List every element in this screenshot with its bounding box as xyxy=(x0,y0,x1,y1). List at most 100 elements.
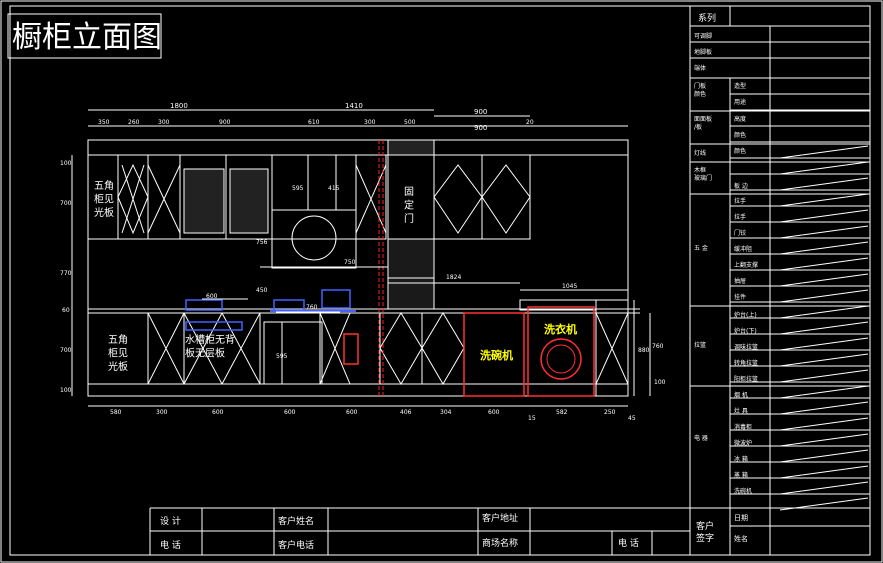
side-elec-item-1: 灶 具 xyxy=(734,407,748,415)
side-bar-item-1: 炉台(下) xyxy=(734,327,757,335)
dim-top1-2: 900 xyxy=(474,108,487,116)
dim-bottom-11: 45 xyxy=(628,415,636,422)
drawing-title: 橱柜立面图 xyxy=(12,20,162,55)
side-hw-item-4: 上翻支撑 xyxy=(734,261,758,269)
bt-sign: 客户签字 xyxy=(696,520,714,544)
side-row-a-0: 可调脚 xyxy=(694,32,712,40)
dim-bottom-0: 580 xyxy=(110,409,122,416)
dim-left-1: 700 xyxy=(60,200,72,207)
side-wood-group: 木框玻璃门 xyxy=(694,166,712,182)
dim-bottom-2: 600 xyxy=(212,409,224,416)
side-bar-group: 拉篮 xyxy=(694,341,706,349)
dim-inner-7: 450 xyxy=(256,287,268,294)
dim-top2-7: 900 xyxy=(474,124,487,132)
dim-left-3: 60 xyxy=(62,307,70,314)
dim-inner-1: 415 xyxy=(328,185,340,192)
dim-top2-3: 900 xyxy=(219,119,231,126)
dim-top2-0: 350 xyxy=(98,119,110,126)
side-row-a-1: 地脚板 xyxy=(694,48,712,56)
dim-bottom-8: 15 xyxy=(528,415,536,422)
dim-left-2: 770 xyxy=(60,270,72,277)
dim-top2-4: 610 xyxy=(308,119,320,126)
elevation-drawing: 橱柜立面图 1800 1410 900 350 260 300 900 610 … xyxy=(0,0,883,563)
bt-phone2: 电 话 xyxy=(618,537,639,549)
bt-date: 日期 xyxy=(734,514,748,522)
side-light-group: 灯线 xyxy=(694,149,706,157)
side-wood-item-0: 板 边 xyxy=(734,182,748,190)
side-table xyxy=(689,6,870,511)
dim-left-4: 700 xyxy=(60,347,72,354)
side-elec-item-3: 微波炉 xyxy=(734,439,752,447)
bt-design: 设 计 xyxy=(160,515,181,527)
dim-bottom-5: 406 xyxy=(400,409,412,416)
dim-top2-5: 300 xyxy=(364,119,376,126)
side-door-group: 门板颜色 xyxy=(694,82,706,98)
side-door-item-0: 造型 xyxy=(734,82,746,90)
dim-inner-5: 600 xyxy=(206,293,218,300)
side-elec-item-4: 冰 箱 xyxy=(734,455,748,463)
label-upper-left: 五角柜见光板 xyxy=(94,180,114,219)
bt-cust-phone: 客户电话 xyxy=(278,539,314,551)
side-top-item-1: 颜色 xyxy=(734,131,746,139)
side-bar-item-2: 调味拉篮 xyxy=(734,343,758,351)
side-light-item-0: 颜色 xyxy=(734,147,746,155)
dim-top1-0: 1800 xyxy=(170,102,188,110)
side-top-group: 面面板/板 xyxy=(694,115,712,131)
label-washer: 洗衣机 xyxy=(544,322,577,336)
dim-left-0: 100 xyxy=(60,160,72,167)
side-bar-item-3: 转角拉篮 xyxy=(734,359,758,367)
dim-inner-3: 1824 xyxy=(446,274,461,281)
bt-phone: 电 话 xyxy=(160,539,181,551)
dim-bottom-4: 600 xyxy=(346,409,358,416)
side-elec-item-0: 烟 机 xyxy=(734,391,748,399)
side-elec-group: 电 器 xyxy=(694,434,708,442)
dim-right-1: 760 xyxy=(652,343,664,350)
bt-cust-name: 客户姓名 xyxy=(278,515,314,527)
side-hw-item-6: 挂件 xyxy=(734,293,746,301)
washer-box xyxy=(527,306,595,397)
side-elec-item-6: 洗碗机 xyxy=(734,487,752,495)
dim-inner-8: 756 xyxy=(256,239,268,246)
dim-bottom-3: 600 xyxy=(284,409,296,416)
side-bar-item-0: 炉台(上) xyxy=(734,311,757,319)
dim-right-2: 100 xyxy=(654,379,666,386)
side-door-item-1: 用途 xyxy=(734,98,746,106)
side-hw-item-0: 拉手 xyxy=(734,197,746,205)
side-elec-item-5: 蒸 箱 xyxy=(734,471,748,479)
dim-top2-8: 20 xyxy=(526,119,534,126)
bt-store-name: 商场名称 xyxy=(482,537,518,549)
bt-cust-addr: 客户地址 xyxy=(482,512,518,524)
dim-bottom-7: 600 xyxy=(488,409,500,416)
side-top-item-0: 高度 xyxy=(734,115,746,123)
side-hw-item-2: 门铰 xyxy=(734,229,746,237)
label-dishwasher: 洗碗机 xyxy=(480,348,513,362)
label-lower-left: 五角柜见光板 xyxy=(108,334,128,373)
dim-inner-6: 760 xyxy=(306,304,318,311)
label-fixed-door: 固定门 xyxy=(404,186,414,225)
side-header: 系列 xyxy=(698,12,716,24)
cabinet-elevation xyxy=(87,139,640,397)
dim-top2-2: 300 xyxy=(158,119,170,126)
side-bar-item-4: 阳柜拉篮 xyxy=(734,375,758,383)
bt-name: 姓名 xyxy=(734,534,748,543)
side-hw-item-1: 拉手 xyxy=(734,213,746,221)
side-elec-item-2: 消毒柜 xyxy=(734,423,752,431)
dim-top2-6: 500 xyxy=(404,119,416,126)
dim-top1-1: 1410 xyxy=(345,102,363,110)
dim-right-0: 880 xyxy=(638,347,650,354)
side-row-a-2: 端体 xyxy=(694,64,706,72)
dim-top2-1: 260 xyxy=(128,119,140,126)
dim-inner-9: 595 xyxy=(276,353,288,360)
side-hw-item-5: 抽屉 xyxy=(734,277,746,285)
side-hw-group: 五 金 xyxy=(694,244,708,252)
dim-bottom-10: 250 xyxy=(604,409,616,416)
dim-inner-0: 595 xyxy=(292,185,304,192)
label-sink: 水槽柜无背板无层板 xyxy=(185,333,235,360)
dim-left-5: 100 xyxy=(60,387,72,394)
dim-bottom-6: 304 xyxy=(440,409,452,416)
dim-inner-4: 1045 xyxy=(562,283,577,290)
dim-bottom-1: 300 xyxy=(156,409,168,416)
side-hw-item-3: 缓冲阻 xyxy=(734,245,752,253)
dim-inner-2: 750 xyxy=(344,259,356,266)
dim-bottom-9: 582 xyxy=(556,409,568,416)
